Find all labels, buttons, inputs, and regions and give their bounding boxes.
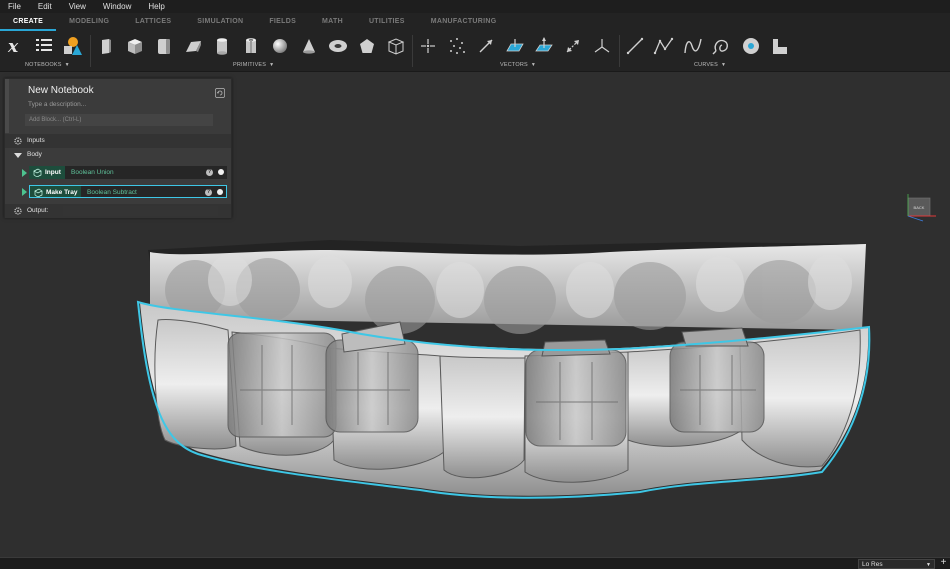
point-icon[interactable] <box>417 35 439 57</box>
refresh-icon[interactable] <box>215 85 225 98</box>
tab-create[interactable]: CREATE <box>0 13 57 31</box>
torus-icon[interactable] <box>327 35 349 57</box>
menu-edit[interactable]: Edit <box>30 0 61 13</box>
shapes-icon[interactable] <box>61 35 83 57</box>
output-label: Output: <box>27 207 49 214</box>
notebook-panel: New Notebook Type a description... Add B… <box>4 78 232 218</box>
run-block-1-icon[interactable] <box>22 169 27 177</box>
menu-view[interactable]: View <box>61 0 95 13</box>
help-icon[interactable]: ? <box>205 189 212 196</box>
resolution-value: Lo Res <box>862 561 883 568</box>
box-icon[interactable] <box>124 35 146 57</box>
output-field[interactable] <box>63 206 218 216</box>
menu-help[interactable]: Help <box>140 0 173 13</box>
line-icon[interactable] <box>624 35 646 57</box>
sphere-icon[interactable] <box>269 35 291 57</box>
group-primitives[interactable]: PRIMITIVES ▼ <box>233 62 274 68</box>
app-window: File Edit View Window Help CREATE MODELI… <box>0 0 950 569</box>
block-1-name: Input <box>29 166 65 179</box>
axes-icon[interactable] <box>591 35 613 57</box>
block-input[interactable]: Input Boolean Union ? <box>29 166 227 179</box>
ribbon-toolbar: x NOTEBOOKS ▼ PRIMITIVES ▼ VECTORS ▼ CUR… <box>0 31 950 72</box>
menu-window[interactable]: Window <box>95 0 140 13</box>
output-section[interactable]: Output: <box>5 204 231 218</box>
point-cloud-icon[interactable] <box>446 35 468 57</box>
block-make-tray[interactable]: Make Tray Boolean Subtract ? <box>29 185 227 198</box>
help-icon[interactable]: ? <box>206 169 213 176</box>
cone-icon[interactable] <box>298 35 320 57</box>
variable-icon[interactable]: x <box>5 35 27 57</box>
thin-box-icon[interactable] <box>95 35 117 57</box>
tab-utilities[interactable]: UTILITIES <box>356 13 418 31</box>
block-2-operation: Boolean Subtract <box>87 189 137 196</box>
disc-icon[interactable] <box>740 35 762 57</box>
tab-lattices[interactable]: LATTICES <box>122 13 184 31</box>
menu-bar: File Edit View Window Help <box>0 0 950 13</box>
gear-icon <box>14 137 22 145</box>
ribbon-tabs: CREATE MODELING LATTICES SIMULATION FIEL… <box>0 13 950 31</box>
inputs-label: Inputs <box>27 137 45 144</box>
notebook-description[interactable]: Type a description... <box>28 101 86 108</box>
notebook-title[interactable]: New Notebook <box>28 85 94 96</box>
list-icon[interactable] <box>33 35 55 57</box>
wireframe-box-icon[interactable] <box>385 35 407 57</box>
plane-normal-icon[interactable] <box>533 35 555 57</box>
helix-icon[interactable] <box>711 35 733 57</box>
tab-manufacturing[interactable]: MANUFACTURING <box>418 13 510 31</box>
svg-text:x: x <box>7 37 19 56</box>
tube-icon[interactable] <box>240 35 262 57</box>
wedge-icon[interactable] <box>182 35 204 57</box>
view-cube[interactable]: BACK <box>905 194 936 222</box>
cylinder-icon[interactable] <box>211 35 233 57</box>
inputs-section[interactable]: Inputs <box>5 134 231 148</box>
add-block-input[interactable]: Add Block... (Ctrl-L) <box>25 114 213 126</box>
spline-icon[interactable] <box>682 35 704 57</box>
tab-fields[interactable]: FIELDS <box>256 13 309 31</box>
menu-file[interactable]: File <box>0 0 30 13</box>
run-block-2-icon[interactable] <box>22 188 27 196</box>
profile-icon[interactable] <box>769 35 791 57</box>
body-section[interactable]: Body <box>5 148 231 162</box>
status-dot-icon[interactable] <box>217 189 223 195</box>
triangle-down-icon <box>14 151 22 159</box>
tab-simulation[interactable]: SIMULATION <box>184 13 256 31</box>
rounded-box-icon[interactable] <box>153 35 175 57</box>
gear-icon <box>14 207 22 215</box>
tab-math[interactable]: MATH <box>309 13 356 31</box>
status-bar: Lo Res ▼ + <box>0 557 950 569</box>
resolution-select[interactable]: Lo Res ▼ <box>858 559 935 569</box>
status-dot-icon[interactable] <box>218 169 224 175</box>
polyline-icon[interactable] <box>653 35 675 57</box>
plus-icon[interactable]: + <box>938 558 949 569</box>
block-icon <box>33 168 42 182</box>
block-icon <box>34 188 43 202</box>
pentagon-icon[interactable] <box>356 35 378 57</box>
block-1-operation: Boolean Union <box>71 169 114 176</box>
tab-modeling[interactable]: MODELING <box>56 13 122 31</box>
diagonal-arrow-icon[interactable] <box>562 35 584 57</box>
group-vectors[interactable]: VECTORS ▼ <box>500 62 536 68</box>
plane-icon[interactable] <box>504 35 526 57</box>
chevron-down-icon: ▼ <box>926 562 931 568</box>
view-cube-face-label: BACK <box>914 205 925 210</box>
notebook-header: New Notebook Type a description... Add B… <box>5 79 231 133</box>
group-curves[interactable]: CURVES ▼ <box>694 62 726 68</box>
body-label: Body <box>27 151 42 158</box>
group-notebooks[interactable]: NOTEBOOKS ▼ <box>25 62 70 68</box>
vector-icon[interactable] <box>475 35 497 57</box>
block-2-name: Make Tray <box>30 186 82 198</box>
